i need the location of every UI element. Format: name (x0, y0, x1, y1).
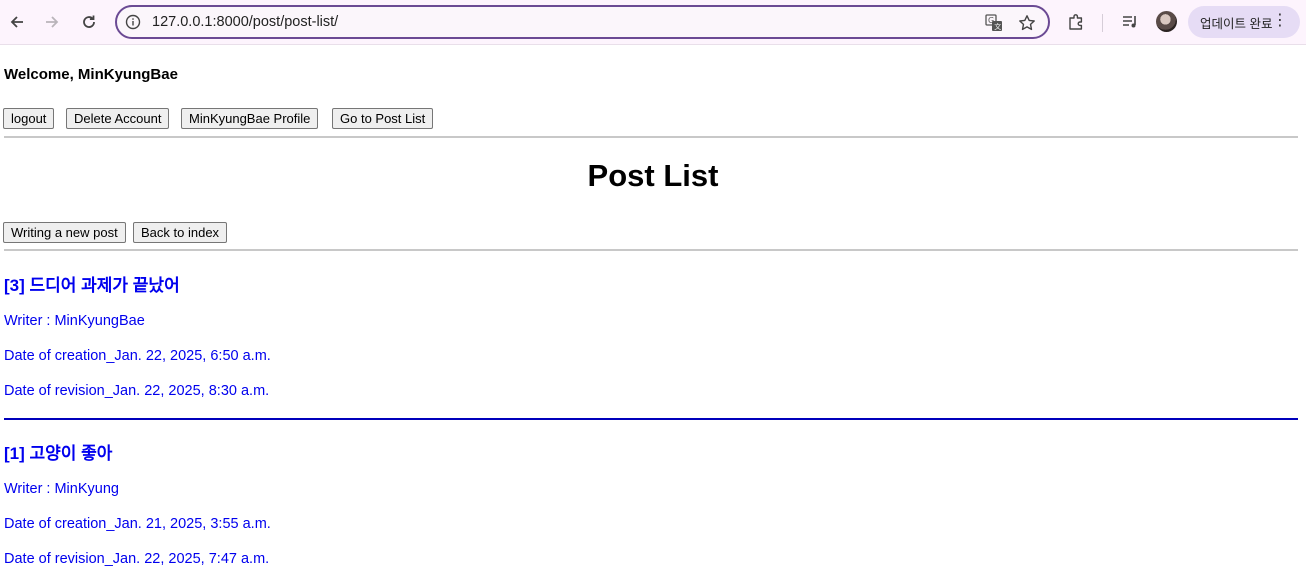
back-to-index-button[interactable]: Back to index (133, 222, 228, 243)
site-info-icon[interactable] (124, 13, 142, 31)
more-menu-icon[interactable]: ⋮ (1272, 13, 1288, 29)
welcome-text: Welcome, MinKyungBae (4, 66, 178, 83)
page-title: Post List (587, 158, 719, 193)
logout-button[interactable]: logout (3, 108, 55, 129)
divider (4, 136, 1298, 138)
media-queue-icon[interactable] (1117, 9, 1143, 35)
page-content: Welcome, MinKyungBae logout Delete Accou… (0, 46, 1306, 582)
svg-text:文: 文 (994, 22, 1001, 31)
update-label: 업데이트 완료 (1200, 16, 1273, 31)
post-title-link[interactable]: [3] 드디어 과제가 끝났어 (4, 271, 180, 296)
update-button[interactable]: 업데이트 완료 ⋮ (1188, 6, 1300, 38)
profile-button[interactable]: MinKyungBae Profile (181, 108, 319, 129)
post-revised-date[interactable]: Date of revision_Jan. 22, 2025, 7:47 a.m… (4, 551, 269, 567)
post-revised-date[interactable]: Date of revision_Jan. 22, 2025, 8:30 a.m… (4, 383, 269, 399)
post-created-date[interactable]: Date of creation_Jan. 22, 2025, 6:50 a.m… (4, 348, 271, 364)
browser-toolbar: 127.0.0.1:8000/post/post-list/ G文 업데이트 완… (0, 0, 1306, 45)
extensions-puzzle-icon[interactable] (1063, 9, 1089, 35)
address-bar[interactable]: 127.0.0.1:8000/post/post-list/ G文 (115, 5, 1050, 39)
bookmark-star-icon[interactable] (1016, 12, 1038, 34)
profile-avatar[interactable] (1156, 11, 1177, 32)
post-title-link[interactable]: [1] 고양이 좋아 (4, 439, 112, 464)
go-to-post-list-button[interactable]: Go to Post List (332, 108, 434, 129)
post-writer[interactable]: Writer : MinKyungBae (4, 313, 145, 329)
post-created-date[interactable]: Date of creation_Jan. 21, 2025, 3:55 a.m… (4, 516, 271, 532)
url-text[interactable]: 127.0.0.1:8000/post/post-list/ (152, 14, 338, 30)
forward-arrow-icon[interactable] (38, 8, 66, 36)
toolbar-divider (1102, 14, 1103, 32)
translate-icon[interactable]: G文 (983, 12, 1005, 34)
divider (4, 249, 1298, 251)
write-new-post-button[interactable]: Writing a new post (3, 222, 126, 243)
post-divider (4, 418, 1298, 420)
reload-icon[interactable] (75, 8, 103, 36)
back-arrow-icon[interactable] (3, 8, 31, 36)
delete-account-button[interactable]: Delete Account (66, 108, 170, 129)
post-writer[interactable]: Writer : MinKyung (4, 481, 119, 497)
